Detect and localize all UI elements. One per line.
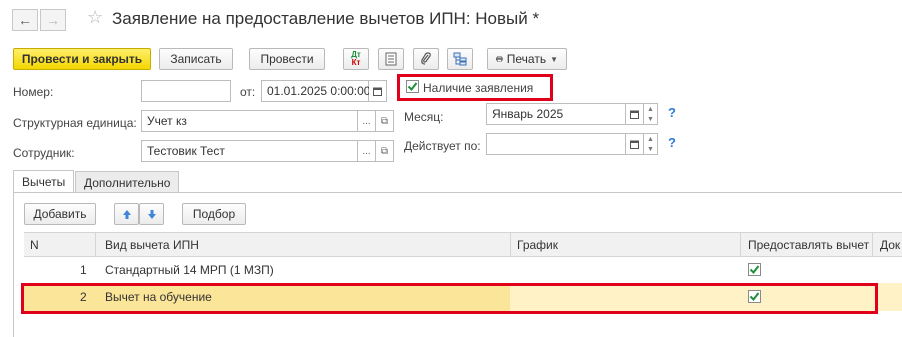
month-spinner[interactable]: ▲ ▼: [644, 103, 658, 125]
move-down-button[interactable]: [139, 203, 164, 225]
tab-additional[interactable]: Дополнительно: [75, 171, 180, 193]
select-button[interactable]: Подбор: [182, 203, 246, 225]
add-button[interactable]: Добавить: [24, 203, 96, 225]
save-button[interactable]: Записать: [159, 48, 233, 70]
arrow-right-icon: →: [46, 12, 60, 28]
spin-up-icon: ▲: [647, 135, 654, 143]
spin-up-icon: ▲: [647, 105, 654, 113]
document-list-button[interactable]: [378, 48, 404, 70]
move-up-button[interactable]: [114, 203, 139, 225]
valid-until-calendar-button[interactable]: [626, 133, 644, 155]
page-title: Заявление на предоставление вычетов ИПН:…: [112, 9, 540, 28]
unit-open-button[interactable]: ⧉: [376, 110, 394, 132]
employee-select-button[interactable]: ...: [358, 140, 376, 162]
favorite-star-icon[interactable]: ☆: [87, 7, 103, 28]
valid-until-spinner[interactable]: ▲ ▼: [644, 133, 658, 155]
column-header-n[interactable]: N: [30, 232, 39, 257]
valid-until-help-icon[interactable]: ?: [668, 135, 676, 150]
back-button[interactable]: ←: [12, 9, 38, 31]
ellipsis-icon: ...: [362, 145, 371, 157]
dt-kt-icon: Дт Кт: [351, 50, 361, 67]
application-label: Наличие заявления: [423, 81, 534, 95]
open-link-icon: ⧉: [380, 145, 389, 157]
post-button[interactable]: Провести: [249, 48, 325, 70]
arrow-left-icon: ←: [18, 12, 32, 28]
print-button[interactable]: Печать ▼: [487, 48, 567, 70]
structure-icon: [453, 52, 467, 66]
column-divider: [872, 232, 873, 257]
printer-icon: [496, 56, 503, 62]
unit-input[interactable]: Учет кз: [141, 110, 358, 132]
attachment-button[interactable]: [413, 48, 439, 70]
dt-kt-button[interactable]: Дт Кт: [343, 48, 369, 70]
unit-select-button[interactable]: ...: [358, 110, 376, 132]
chevron-down-icon: ▼: [550, 54, 558, 64]
month-input[interactable]: Январь 2025: [486, 103, 626, 125]
valid-until-label: Действует по:: [404, 139, 481, 153]
column-header-schedule[interactable]: График: [517, 232, 558, 257]
employee-input[interactable]: Тестовик Тест: [141, 140, 358, 162]
checkmark-icon: [407, 82, 418, 92]
document-list-icon: [385, 52, 397, 66]
date-from-label: от:: [240, 85, 256, 99]
calendar-icon: [373, 87, 382, 96]
number-input[interactable]: [141, 80, 231, 102]
date-input[interactable]: 01.01.2025 0:00:00: [261, 80, 370, 102]
column-header-provide[interactable]: Предоставлять вычет: [748, 232, 869, 257]
row-highlight: [21, 283, 878, 314]
open-link-icon: ⧉: [380, 115, 389, 127]
column-header-doc[interactable]: Док: [880, 232, 902, 257]
calendar-icon: [630, 110, 639, 119]
month-label: Месяц:: [404, 110, 444, 124]
checkmark-icon: [749, 265, 760, 275]
print-label: Печать: [506, 52, 547, 66]
month-help-icon[interactable]: ?: [668, 105, 676, 120]
spin-down-icon: ▼: [647, 145, 654, 153]
calendar-button[interactable]: [369, 80, 387, 102]
month-calendar-button[interactable]: [626, 103, 644, 125]
unit-label: Структурная единица:: [13, 116, 137, 130]
column-divider: [740, 232, 741, 257]
tab-deductions[interactable]: Вычеты: [13, 170, 75, 193]
employee-open-button[interactable]: ⧉: [376, 140, 394, 162]
table-row[interactable]: 1 Стандартный 14 МРП (1 МЗП): [24, 257, 902, 283]
column-divider: [95, 232, 96, 257]
arrow-down-icon: [147, 209, 156, 219]
application-checkbox[interactable]: [406, 80, 419, 93]
number-label: Номер:: [13, 85, 54, 99]
column-header-type[interactable]: Вид вычета ИПН: [105, 232, 199, 257]
spin-down-icon: ▼: [647, 115, 654, 123]
employee-label: Сотрудник:: [13, 146, 75, 160]
forward-button[interactable]: →: [40, 9, 66, 31]
row-deduction-type: Стандартный 14 МРП (1 МЗП): [105, 263, 274, 277]
column-divider: [510, 232, 511, 257]
row-provide-checkbox[interactable]: [748, 263, 761, 276]
row-number: 1: [80, 263, 87, 277]
arrow-up-icon: [122, 209, 131, 219]
post-and-close-button[interactable]: Провести и закрыть: [13, 48, 151, 70]
calendar-icon: [630, 140, 639, 149]
valid-until-input[interactable]: [486, 133, 626, 155]
structure-button[interactable]: [447, 48, 473, 70]
ellipsis-icon: ...: [362, 115, 371, 127]
paperclip-icon: [421, 52, 431, 65]
